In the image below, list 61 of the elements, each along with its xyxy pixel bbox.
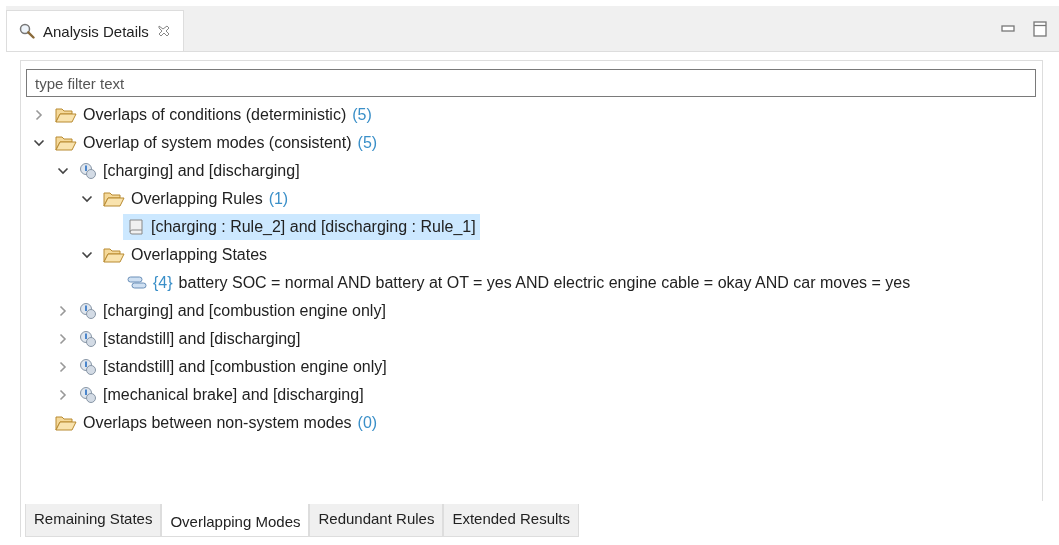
- expand-toggle[interactable]: [57, 389, 69, 401]
- folder-icon: [103, 191, 125, 207]
- tree-item[interactable]: Overlapping States: [99, 242, 272, 268]
- item-label: [standstill] and [discharging]: [103, 330, 301, 348]
- item-label: [standstill] and [combustion engine only]: [103, 358, 387, 376]
- expand-toggle[interactable]: [57, 361, 69, 373]
- folder-icon: [103, 247, 125, 263]
- tree-item[interactable]: [charging] and [discharging]: [75, 158, 304, 184]
- gears-icon: [79, 162, 97, 180]
- tree-item[interactable]: Overlap of system modes (consistent) (5): [51, 130, 382, 156]
- expand-toggle[interactable]: [57, 305, 69, 317]
- folder-icon: [55, 107, 77, 123]
- tree-item[interactable]: [charging : Rule_2] and [discharging : Rule_1]: [123, 214, 480, 240]
- item-label: Overlaps between non-system modes: [83, 414, 352, 432]
- tree-item[interactable]: [mechanical brake] and [discharging]: [75, 382, 368, 408]
- tree-item[interactable]: {4} battery SOC = normal AND battery at OT = yes AND electric engine cable = okay AND car moves = yes: [123, 270, 915, 296]
- bottom-tab[interactable]: Redundant Rules: [309, 504, 444, 537]
- item-count: (1): [268, 190, 289, 208]
- item-label: Overlapping Rules: [131, 190, 263, 208]
- filter-field[interactable]: type filter text: [26, 69, 1036, 97]
- gears-icon: [79, 358, 97, 376]
- tree-item[interactable]: [charging] and [combustion engine only]: [75, 298, 390, 324]
- tree-item[interactable]: [standstill] and [discharging]: [75, 326, 305, 352]
- view-tab-title: Analysis Details: [43, 22, 149, 40]
- item-label: Overlap of system modes (consistent): [83, 134, 352, 152]
- item-label: Overlaps of conditions (deterministic): [83, 106, 347, 124]
- item-count: (0): [357, 414, 378, 432]
- maximize-icon[interactable]: [1033, 20, 1047, 37]
- expand-toggle[interactable]: [57, 333, 69, 345]
- item-label: [charging] and [combustion engine only]: [103, 302, 386, 320]
- item-count: (5): [357, 134, 378, 152]
- expand-toggle[interactable]: [81, 249, 93, 261]
- minimize-icon[interactable]: [1001, 24, 1015, 33]
- gears-icon: [79, 302, 97, 320]
- gears-icon: [79, 330, 97, 348]
- expand-toggle[interactable]: [57, 165, 69, 177]
- expand-toggle[interactable]: [33, 137, 45, 149]
- tree-item[interactable]: Overlaps between non-system modes (0): [51, 410, 382, 436]
- bottom-tab[interactable]: Extended Results: [443, 504, 579, 537]
- close-icon[interactable]: [156, 24, 171, 38]
- item-label: [mechanical brake] and [discharging]: [103, 386, 364, 404]
- search-icon: [19, 23, 35, 39]
- folder-icon: [55, 135, 77, 151]
- gears-icon: [79, 386, 97, 404]
- state-count: {4}: [153, 274, 173, 292]
- expand-toggle[interactable]: [33, 109, 45, 121]
- item-label: [charging] and [discharging]: [103, 162, 300, 180]
- item-label: Overlapping States: [131, 246, 268, 264]
- folder-icon: [55, 415, 77, 431]
- tree-item[interactable]: Overlapping Rules (1): [99, 186, 293, 212]
- item-label: battery SOC = normal AND battery at OT = yes AND electric engine cable = okay AND car moves = yes: [178, 274, 911, 292]
- view-tab[interactable]: Analysis Details: [6, 10, 184, 51]
- tree-item[interactable]: [standstill] and [combustion engine only]: [75, 354, 391, 380]
- item-label: [charging : Rule_2] and [discharging : Rule_1]: [151, 218, 476, 236]
- bottom-tab[interactable]: Remaining States: [25, 504, 162, 537]
- expand-toggle[interactable]: [81, 193, 93, 205]
- item-count: (5): [352, 106, 372, 124]
- tree-item[interactable]: Overlaps of conditions (deterministic) (5): [51, 102, 376, 128]
- scroll-icon: [127, 218, 145, 236]
- bottom-tab[interactable]: Overlapping Modes: [161, 504, 310, 537]
- stack-icon: [127, 276, 147, 290]
